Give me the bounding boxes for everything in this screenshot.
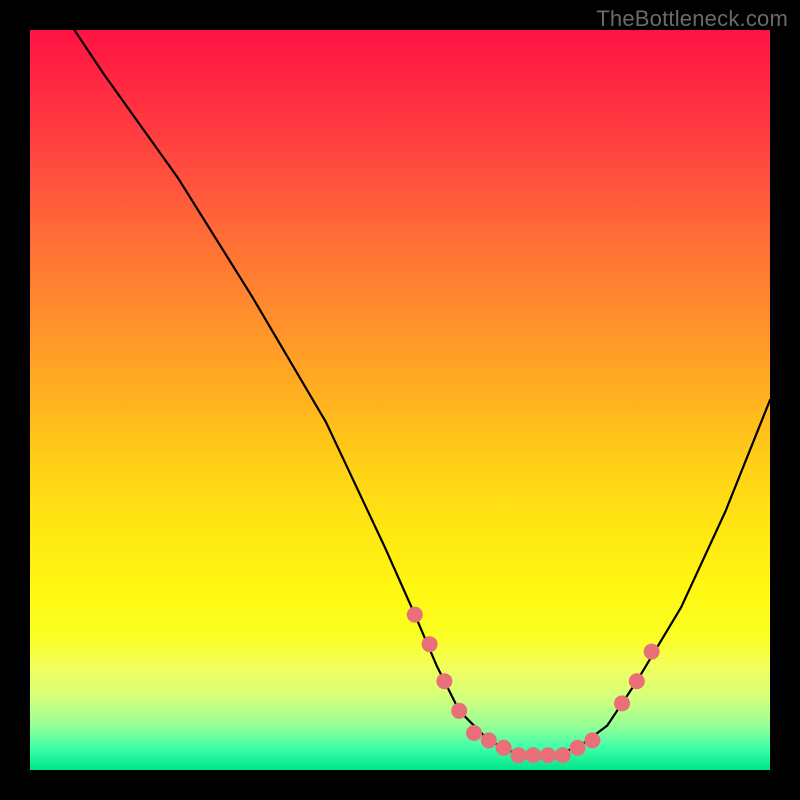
curve-marker bbox=[540, 747, 556, 763]
curve-marker bbox=[407, 607, 423, 623]
curve-marker bbox=[510, 747, 526, 763]
credit-label: TheBottleneck.com bbox=[596, 6, 788, 32]
curve-marker bbox=[555, 747, 571, 763]
curve-marker bbox=[525, 747, 541, 763]
curve-marker bbox=[451, 703, 467, 719]
plot-area bbox=[30, 30, 770, 770]
curve-marker bbox=[629, 673, 645, 689]
curve-marker bbox=[481, 732, 497, 748]
curve-marker bbox=[496, 740, 512, 756]
bottleneck-curve-svg bbox=[30, 30, 770, 770]
curve-marker bbox=[644, 644, 660, 660]
curve-marker bbox=[570, 740, 586, 756]
curve-marker bbox=[584, 732, 600, 748]
chart-stage: TheBottleneck.com bbox=[0, 0, 800, 800]
curve-marker bbox=[466, 725, 482, 741]
curve-marker bbox=[436, 673, 452, 689]
curve-markers bbox=[407, 607, 660, 764]
curve-marker bbox=[422, 636, 438, 652]
curve-marker bbox=[614, 695, 630, 711]
